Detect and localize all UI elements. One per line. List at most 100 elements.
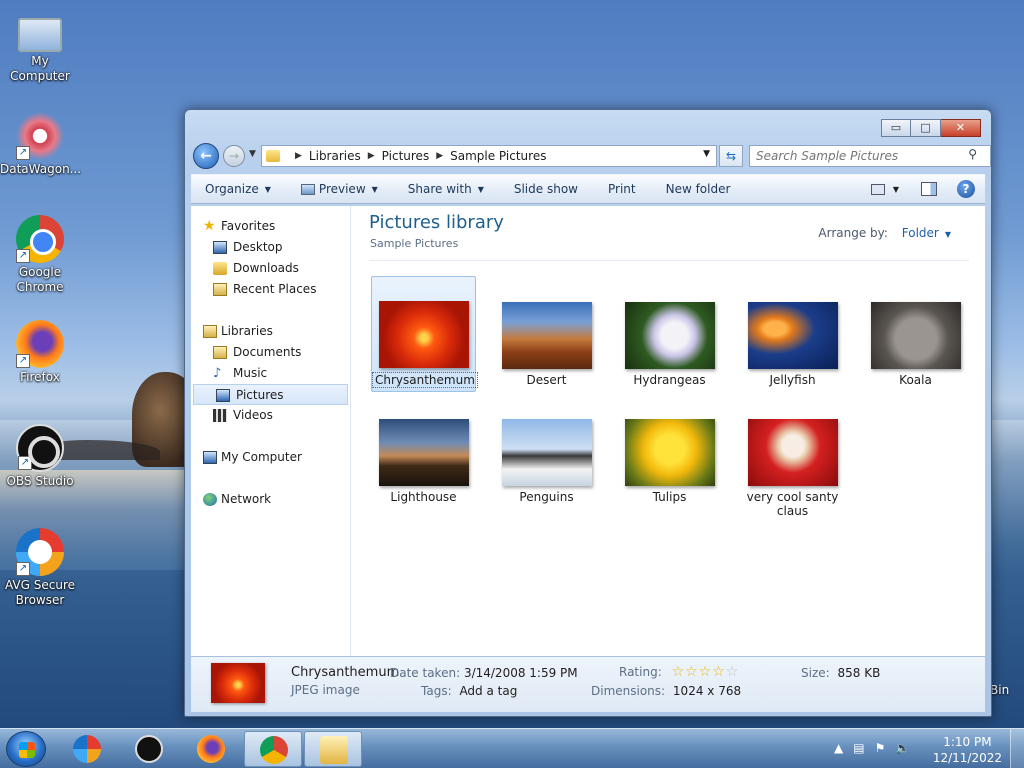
file-item-jellyfish[interactable]: Jellyfish xyxy=(740,302,845,387)
star-icon[interactable]: ☆ xyxy=(672,664,686,680)
start-button[interactable] xyxy=(6,731,46,767)
nav-item-network[interactable]: Network xyxy=(191,489,350,510)
nav-item-label: Recent Places xyxy=(233,282,317,296)
nav-item-label: Documents xyxy=(233,345,302,359)
desktop-icon-firefox[interactable]: ↗ Firefox xyxy=(0,320,80,385)
star-icon[interactable]: ☆ xyxy=(685,664,699,680)
breadcrumb-libraries[interactable]: Libraries xyxy=(309,149,361,163)
minimize-button[interactable]: ▭ xyxy=(881,119,911,137)
organize-button[interactable]: Organize ▼ xyxy=(205,182,271,196)
desktop-icon-label: Google Chrome xyxy=(16,265,64,294)
file-item-lighthouse[interactable]: Lighthouse xyxy=(371,419,476,504)
thumbnail-image xyxy=(747,419,838,486)
help-icon[interactable]: ? xyxy=(957,180,975,198)
star-icon[interactable]: ☆ xyxy=(699,664,713,680)
nav-item-recent-places[interactable]: Recent Places xyxy=(191,279,350,300)
tags-value[interactable]: Add a tag xyxy=(459,684,517,698)
nav-item-documents[interactable]: Documents xyxy=(191,342,350,363)
volume-icon[interactable]: 🔈 xyxy=(895,741,920,755)
arrow-right-icon: → xyxy=(228,149,240,163)
rating-label: Rating: xyxy=(619,665,662,679)
arrange-by-dropdown[interactable]: Folder xyxy=(902,226,939,240)
nav-item-my-computer[interactable]: My Computer xyxy=(191,447,350,468)
taskbar-avg-browser[interactable] xyxy=(58,731,116,767)
address-bar[interactable]: ▶ Libraries ▶ Pictures ▶ Sample Pictures… xyxy=(261,145,717,167)
preview-button[interactable]: Preview ▼ xyxy=(300,182,378,196)
print-button[interactable]: Print xyxy=(608,182,636,196)
organize-label: Organize xyxy=(205,182,259,196)
chevron-right-icon[interactable]: ▶ xyxy=(295,151,302,161)
rating-stars[interactable]: ☆☆☆☆☆ xyxy=(672,664,740,680)
breadcrumb-pictures[interactable]: Pictures xyxy=(382,149,430,163)
address-dropdown-icon[interactable]: ▼ xyxy=(703,149,710,159)
documents-icon xyxy=(213,346,227,359)
desktop-icon-google-chrome[interactable]: ↗ Google Chrome xyxy=(0,215,80,295)
forward-button[interactable]: → xyxy=(223,145,245,167)
search-input[interactable] xyxy=(749,145,991,167)
file-item-koala[interactable]: Koala xyxy=(863,302,968,387)
chevron-down-icon[interactable]: ▼ xyxy=(893,185,899,194)
maximize-button[interactable]: □ xyxy=(911,119,941,137)
nav-item-music[interactable]: ♪ Music xyxy=(191,363,350,384)
close-button[interactable]: ✕ xyxy=(941,119,981,137)
change-view-icon[interactable] xyxy=(870,183,885,195)
file-name: Tulips xyxy=(652,490,687,504)
thumbnail-image xyxy=(501,302,592,369)
back-button[interactable]: ← xyxy=(193,143,219,169)
file-item-desert[interactable]: Desert xyxy=(494,302,599,387)
nav-item-label: Desktop xyxy=(233,240,283,254)
file-item-tulips[interactable]: Tulips xyxy=(617,419,722,504)
action-center-icon[interactable]: ⚑ xyxy=(875,741,896,755)
clock[interactable]: 1:10 PM 12/11/2022 xyxy=(933,734,1002,766)
taskbar-firefox[interactable] xyxy=(182,731,240,767)
slide-show-button[interactable]: Slide show xyxy=(514,182,578,196)
nav-item-pictures[interactable]: Pictures xyxy=(193,384,348,405)
refresh-button[interactable]: ⇆ xyxy=(719,145,743,167)
nav-item-libraries[interactable]: Libraries xyxy=(191,321,350,342)
shortcut-arrow-icon: ↗ xyxy=(16,562,30,576)
preview-icon xyxy=(300,183,315,195)
show-desktop-button[interactable] xyxy=(1010,729,1024,768)
file-item-hydrangeas[interactable]: Hydrangeas xyxy=(617,302,722,387)
new-folder-button[interactable]: New folder xyxy=(666,182,731,196)
recycle-bin-label-partial[interactable]: Bin xyxy=(990,683,1009,697)
desktop-icon-label: DataWagon... xyxy=(0,162,82,176)
network-status-icon[interactable]: ▤ xyxy=(853,741,874,755)
share-with-button[interactable]: Share with ▼ xyxy=(408,182,484,196)
taskbar-windows-explorer[interactable] xyxy=(304,731,362,767)
star-icon[interactable]: ☆ xyxy=(712,664,726,680)
file-item-chrysanthemum[interactable]: Chrysanthemum xyxy=(371,276,478,392)
search-icon[interactable]: ⚲ xyxy=(968,147,977,161)
breadcrumb-sample-pictures[interactable]: Sample Pictures xyxy=(450,149,546,163)
library-title: Pictures library xyxy=(369,212,504,233)
chevron-right-icon[interactable]: ▶ xyxy=(436,151,443,161)
file-item-penguins[interactable]: Penguins xyxy=(494,419,599,504)
chevron-down-icon[interactable]: ▼ xyxy=(945,230,951,239)
star-icon[interactable]: ☆ xyxy=(726,664,740,680)
date-taken-value[interactable]: 3/14/2008 1:59 PM xyxy=(464,666,578,680)
nav-item-favorites[interactable]: ★ Favorites xyxy=(191,216,350,237)
nav-item-videos[interactable]: Videos xyxy=(191,405,350,426)
nav-item-downloads[interactable]: Downloads xyxy=(191,258,350,279)
desktop-icon-my-computer[interactable]: My Computer xyxy=(0,10,80,84)
details-pane: Chrysanthemum JPEG image Date taken: 3/1… xyxy=(191,656,985,712)
taskbar-google-chrome[interactable] xyxy=(244,731,302,767)
nav-item-desktop[interactable]: Desktop xyxy=(191,237,350,258)
details-thumbnail xyxy=(211,663,265,703)
nav-item-label: Libraries xyxy=(221,324,273,338)
taskbar-obs-studio[interactable] xyxy=(120,731,178,767)
show-hidden-icons-icon[interactable]: ▲ xyxy=(834,741,853,755)
clock-time: 1:10 PM xyxy=(943,735,992,749)
file-item-very-cool-santy-claus[interactable]: very cool santy claus xyxy=(740,419,845,518)
desktop-icon-avg-secure-browser[interactable]: ↗ AVG Secure Browser xyxy=(0,528,80,608)
desktop-icon-datawagon[interactable]: ↗ DataWagon... xyxy=(0,112,82,177)
desktop-icon-obs-studio[interactable]: ↗ OBS Studio xyxy=(0,424,80,489)
preview-pane-icon[interactable] xyxy=(921,182,937,196)
chevron-right-icon[interactable]: ▶ xyxy=(368,151,375,161)
chevron-down-icon: ▼ xyxy=(264,184,271,194)
obs-icon: ↗ xyxy=(16,424,64,472)
file-name: Jellyfish xyxy=(769,373,816,387)
recent-pages-dropdown[interactable]: ▼ xyxy=(249,149,256,159)
divider xyxy=(369,260,969,261)
